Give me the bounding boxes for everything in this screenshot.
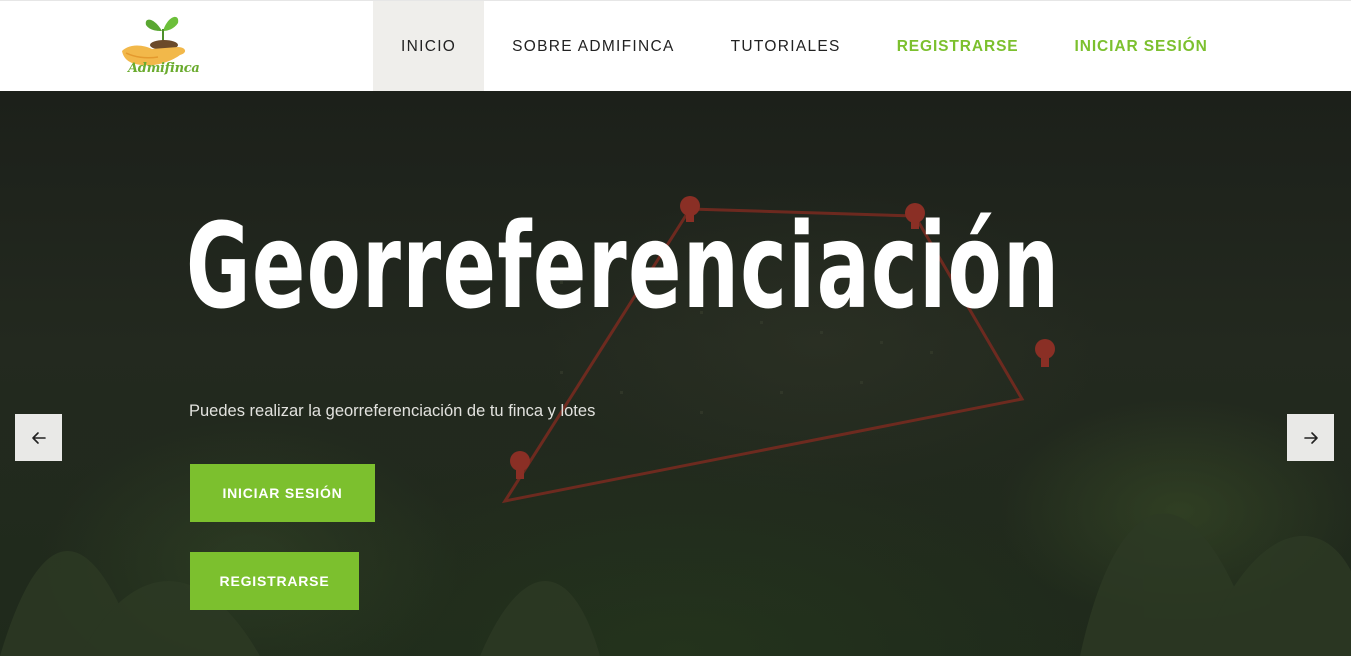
nav-sobre-admifinca[interactable]: SOBRE ADMIFINCA xyxy=(484,1,702,92)
hero-title: Georreferenciación xyxy=(186,197,1061,335)
arrow-left-icon xyxy=(31,431,46,444)
slider-prev-button[interactable] xyxy=(15,414,62,461)
site-header: Admifinca INICIO SOBRE ADMIFINCA TUTORIA… xyxy=(0,0,1351,92)
arrow-right-icon xyxy=(1303,431,1318,444)
slider-next-button[interactable] xyxy=(1287,414,1334,461)
nav-registrarse[interactable]: REGISTRARSE xyxy=(869,1,1047,92)
hero-subtitle: Puedes realizar la georreferenciación de… xyxy=(189,402,596,420)
nav-tutoriales[interactable]: TUTORIALES xyxy=(703,1,869,92)
register-button[interactable]: REGISTRARSE xyxy=(190,552,359,610)
login-button[interactable]: INICIAR SESIÓN xyxy=(190,464,375,522)
nav-iniciar-sesion[interactable]: INICIAR SESIÓN xyxy=(1047,1,1236,92)
logo-text: Admifinca xyxy=(128,61,200,76)
nav-inicio[interactable]: INICIO xyxy=(373,1,485,92)
main-nav: INICIO SOBRE ADMIFINCA TUTORIALES REGIST… xyxy=(373,1,1236,92)
hero-slider: Georreferenciación Puedes realizar la ge… xyxy=(0,91,1351,656)
